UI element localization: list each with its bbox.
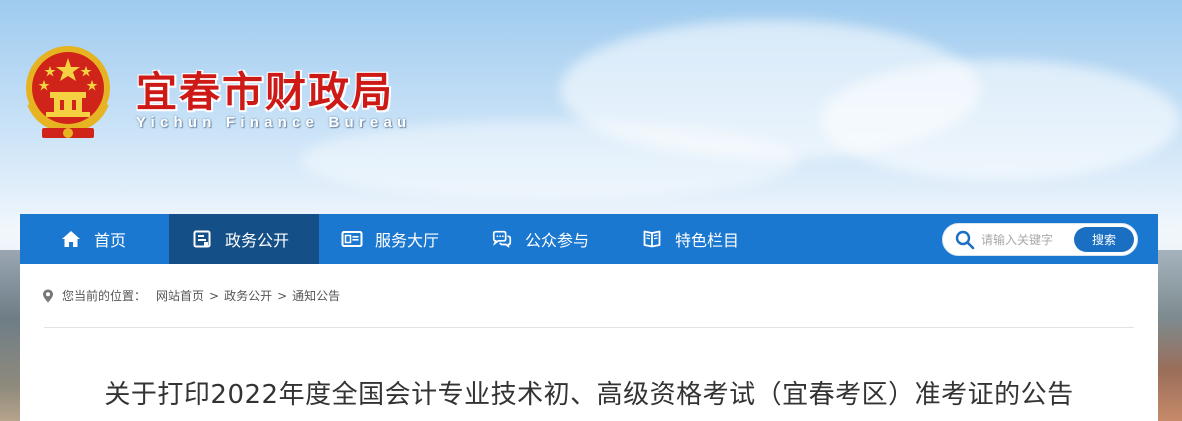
main-content: 您当前的位置： 网站首页 > 政务公开 > 通知公告 关于打印2022年度全国会… [20, 264, 1158, 421]
nav-item-label: 公众参与 [525, 231, 590, 250]
home-icon [60, 228, 82, 250]
nav-item-home[interactable]: 首页 [20, 214, 169, 264]
breadcrumb-link-government-affairs[interactable]: 政务公开 [224, 287, 272, 304]
nav-item-special-columns[interactable]: 特色栏目 [619, 214, 769, 264]
city-skyline-right [1158, 250, 1182, 421]
city-skyline-left [0, 250, 20, 421]
breadcrumb-separator: > [209, 288, 220, 303]
national-emblem-icon [20, 42, 116, 142]
breadcrumb: 您当前的位置： 网站首页 > 政务公开 > 通知公告 [42, 287, 340, 304]
breadcrumb-prefix: 您当前的位置： [62, 289, 147, 303]
nav-item-label: 服务大厅 [375, 231, 440, 250]
nav-item-label: 首页 [94, 231, 127, 250]
site-title: 宜春市财政局 [136, 68, 394, 116]
search-box: 搜索 [942, 223, 1138, 256]
book-icon [641, 228, 663, 250]
chat-bubbles-icon [491, 228, 513, 250]
search-icon [955, 230, 975, 250]
cloud-decoration [300, 120, 800, 200]
nav-item-government-affairs[interactable]: 政务公开 [169, 214, 319, 264]
main-navbar: 首页 政务公开 服务大厅 公众参与 特色栏目 搜索 [20, 214, 1158, 264]
nav-item-service-hall[interactable]: 服务大厅 [319, 214, 469, 264]
cloud-decoration [820, 60, 1180, 180]
site-subtitle: Yichun Finance Bureau [136, 114, 412, 131]
location-pin-icon [42, 289, 54, 303]
search-input[interactable] [981, 232, 1076, 247]
search-button[interactable]: 搜索 [1074, 227, 1134, 252]
breadcrumb-link-home[interactable]: 网站首页 [156, 287, 204, 304]
nav-item-label: 特色栏目 [675, 231, 740, 250]
nav-item-public-participation[interactable]: 公众参与 [469, 214, 619, 264]
service-card-icon [341, 228, 363, 250]
breadcrumb-separator: > [277, 288, 288, 303]
nav-item-label: 政务公开 [225, 231, 290, 250]
breadcrumb-link-notices[interactable]: 通知公告 [292, 287, 340, 304]
divider [44, 327, 1134, 328]
document-icon [191, 228, 213, 250]
article-title: 关于打印2022年度全国会计专业技术初、高级资格考试（宜春考区）准考证的公告 [104, 380, 1074, 410]
